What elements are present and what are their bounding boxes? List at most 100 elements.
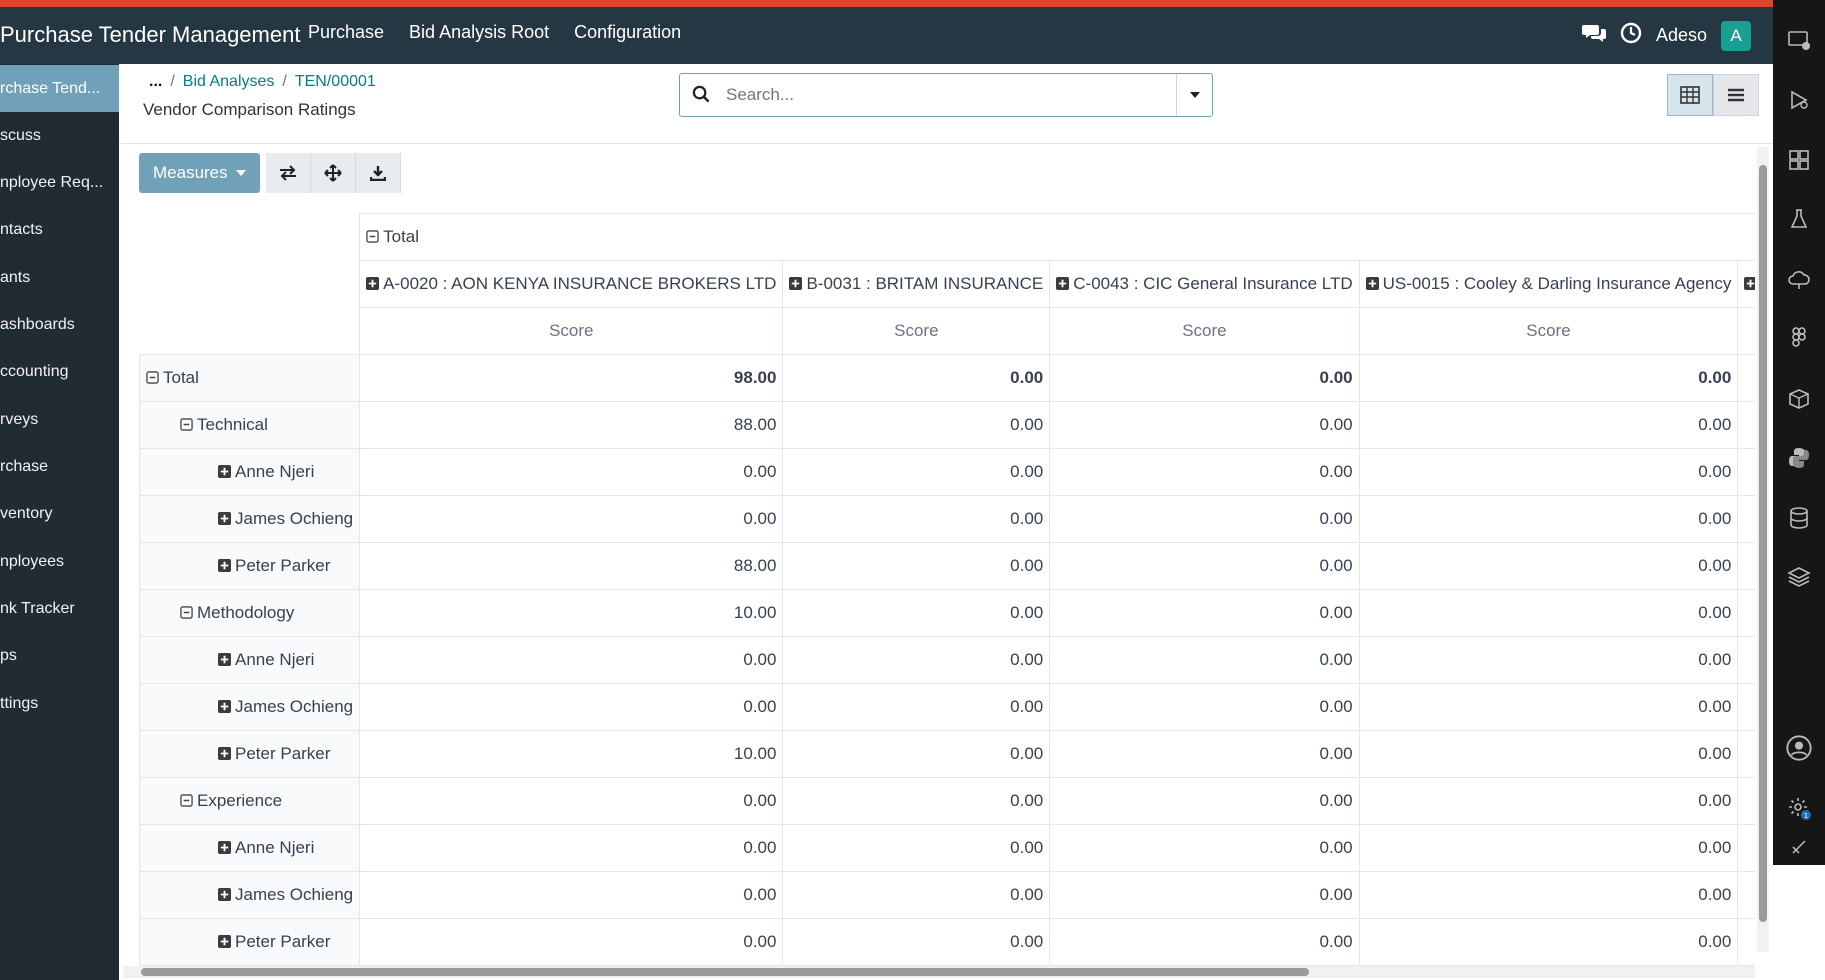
sidebar-item-settings[interactable]: ttings <box>0 680 119 727</box>
pivot-view-button[interactable] <box>1667 74 1713 116</box>
pivot-cell[interactable]: 0.00 <box>1358 448 1739 496</box>
pivot-row-header[interactable]: James Ochieng <box>139 871 361 919</box>
flask-icon[interactable] <box>1787 207 1811 231</box>
pivot-row-header[interactable]: Technical <box>139 401 361 449</box>
bug-icon[interactable] <box>1787 88 1811 112</box>
pivot-cell[interactable]: 0.00 <box>782 777 1051 825</box>
pivot-cell[interactable]: 0.00 <box>1049 918 1360 966</box>
measures-button[interactable]: Measures <box>139 153 260 193</box>
sidebar-item-grants[interactable]: ants <box>0 254 119 301</box>
pivot-row-header[interactable]: Peter Parker <box>139 542 361 590</box>
pivot-cell[interactable]: 98.00 <box>359 354 784 402</box>
download-button[interactable] <box>355 153 401 193</box>
pivot-cell[interactable]: 0.00 <box>1049 542 1360 590</box>
pivot-cell[interactable]: 88.00 <box>359 401 784 449</box>
pivot-cell[interactable]: 0.00 <box>782 401 1051 449</box>
pivot-cell[interactable]: 0.00 <box>1358 495 1739 543</box>
database-icon[interactable] <box>1787 506 1811 530</box>
menu-bid-analysis-root[interactable]: Bid Analysis Root <box>409 22 549 43</box>
sidebar-item-discuss[interactable]: scuss <box>0 112 119 159</box>
pivot-cell[interactable]: 0.00 <box>359 824 784 872</box>
sidebar-item-contacts[interactable]: ntacts <box>0 206 119 253</box>
pivot-row-header[interactable]: James Ochieng <box>139 495 361 543</box>
sidebar-item-link-tracker[interactable]: nk Tracker <box>0 585 119 632</box>
pivot-cell[interactable]: 0.00 <box>782 448 1051 496</box>
box-icon[interactable] <box>1787 387 1811 411</box>
pivot-cell[interactable]: 0.00 <box>782 683 1051 731</box>
pivot-row-header[interactable]: Total <box>139 354 361 402</box>
breadcrumb-ten-00001[interactable]: TEN/00001 <box>295 73 376 91</box>
pivot-cell[interactable]: 0.00 <box>782 918 1051 966</box>
app-name[interactable]: Purchase Tender Management <box>0 22 300 48</box>
settings-icon[interactable]: 1 <box>1787 796 1811 820</box>
menu-purchase[interactable]: Purchase <box>308 22 384 43</box>
pivot-row-header[interactable]: Methodology <box>139 589 361 637</box>
search-options-toggle[interactable] <box>1176 74 1212 116</box>
pivot-cell[interactable]: 10.00 <box>359 589 784 637</box>
pivot-cell[interactable]: 0.00 <box>359 871 784 919</box>
chat-icon[interactable] <box>1581 22 1606 49</box>
blocks-icon[interactable] <box>1787 148 1811 172</box>
pivot-cell[interactable]: 0.00 <box>359 495 784 543</box>
pivot-row-header[interactable]: Anne Njeri <box>139 824 361 872</box>
pivot-col-header-vendor[interactable]: H <box>1737 260 1755 308</box>
pivot-cell[interactable]: 0.00 <box>1049 636 1360 684</box>
measure-header[interactable]: Score <box>1358 307 1739 355</box>
pivot-cell[interactable]: 0.00 <box>782 730 1051 778</box>
pivot-row-header[interactable]: Experience <box>139 777 361 825</box>
layers-icon[interactable] <box>1787 565 1811 589</box>
pivot-cell[interactable]: 0.00 <box>1049 589 1360 637</box>
pivot-cell[interactable]: 0.00 <box>1049 401 1360 449</box>
pivot-cell[interactable]: 0.00 <box>1358 824 1739 872</box>
pivot-cell[interactable]: 0.00 <box>1049 448 1360 496</box>
figma-icon[interactable] <box>1787 325 1811 349</box>
pivot-row-header[interactable]: Anne Njeri <box>139 636 361 684</box>
pivot-cell[interactable]: 0.00 <box>782 824 1051 872</box>
measure-header[interactable]: Score <box>359 307 784 355</box>
pivot-cell[interactable]: 0.00 <box>1049 871 1360 919</box>
pivot-cell[interactable]: 0.00 <box>359 448 784 496</box>
expand-all-button[interactable] <box>310 153 356 193</box>
pivot-cell[interactable]: 0.00 <box>1358 542 1739 590</box>
pivot-cell[interactable]: 0.00 <box>1358 683 1739 731</box>
pivot-cell[interactable]: 10.00 <box>359 730 784 778</box>
breadcrumb-bid-analyses[interactable]: Bid Analyses <box>183 73 275 91</box>
pivot-cell[interactable]: 0.00 <box>1358 636 1739 684</box>
pivot-cell[interactable]: 0.00 <box>1049 683 1360 731</box>
pivot-cell[interactable]: 0.00 <box>782 495 1051 543</box>
pivot-cell[interactable]: 0.00 <box>1049 730 1360 778</box>
pivot-col-header-total[interactable]: Total <box>359 213 1755 261</box>
pivot-cell[interactable]: 0.00 <box>359 777 784 825</box>
cloud-icon[interactable] <box>1787 267 1811 291</box>
pivot-cell[interactable]: 0.00 <box>1049 354 1360 402</box>
pivot-cell[interactable]: 0.00 <box>1358 871 1739 919</box>
pivot-col-header-vendor[interactable]: B-0031 : BRITAM INSURANCE <box>782 260 1051 308</box>
pivot-cell[interactable]: 0.00 <box>1049 777 1360 825</box>
account-icon[interactable] <box>1785 734 1813 762</box>
menu-configuration[interactable]: Configuration <box>574 22 681 43</box>
sidebar-item-accounting[interactable]: ccounting <box>0 348 119 395</box>
list-view-button[interactable] <box>1713 74 1759 116</box>
pivot-row-header[interactable]: Peter Parker <box>139 730 361 778</box>
pivot-cell[interactable]: 0.00 <box>359 636 784 684</box>
sidebar-item-employees[interactable]: nployees <box>0 538 119 585</box>
sidebar-item-inventory[interactable]: ventory <box>0 490 119 537</box>
pivot-cell[interactable]: 0.00 <box>1049 495 1360 543</box>
pivot-cell[interactable]: 0.00 <box>1358 354 1739 402</box>
pivot-col-header-vendor[interactable]: A-0020 : AON KENYA INSURANCE BROKERS LTD <box>359 260 784 308</box>
vertical-scrollbar[interactable] <box>1757 147 1769 952</box>
pivot-cell[interactable]: 0.00 <box>1049 824 1360 872</box>
pivot-col-header-vendor[interactable]: C-0043 : CIC General Insurance LTD <box>1049 260 1360 308</box>
sidebar-item-purchase-tender[interactable]: rchase Tend... <box>0 65 119 112</box>
pivot-cell[interactable]: 0.00 <box>1358 777 1739 825</box>
search-input[interactable] <box>724 80 1148 110</box>
collapse-icon[interactable] <box>1790 838 1808 856</box>
avatar[interactable]: A <box>1721 20 1751 51</box>
pivot-cell[interactable]: 0.00 <box>1358 401 1739 449</box>
pivot-cell[interactable]: 0.00 <box>1358 918 1739 966</box>
sidebar-item-purchase[interactable]: rchase <box>0 443 119 490</box>
user-name[interactable]: Adeso <box>1656 25 1707 46</box>
pivot-row-header[interactable]: James Ochieng <box>139 683 361 731</box>
pivot-cell[interactable]: 88.00 <box>359 542 784 590</box>
sidebar-item-employee-requests[interactable]: nployee Req... <box>0 159 119 206</box>
